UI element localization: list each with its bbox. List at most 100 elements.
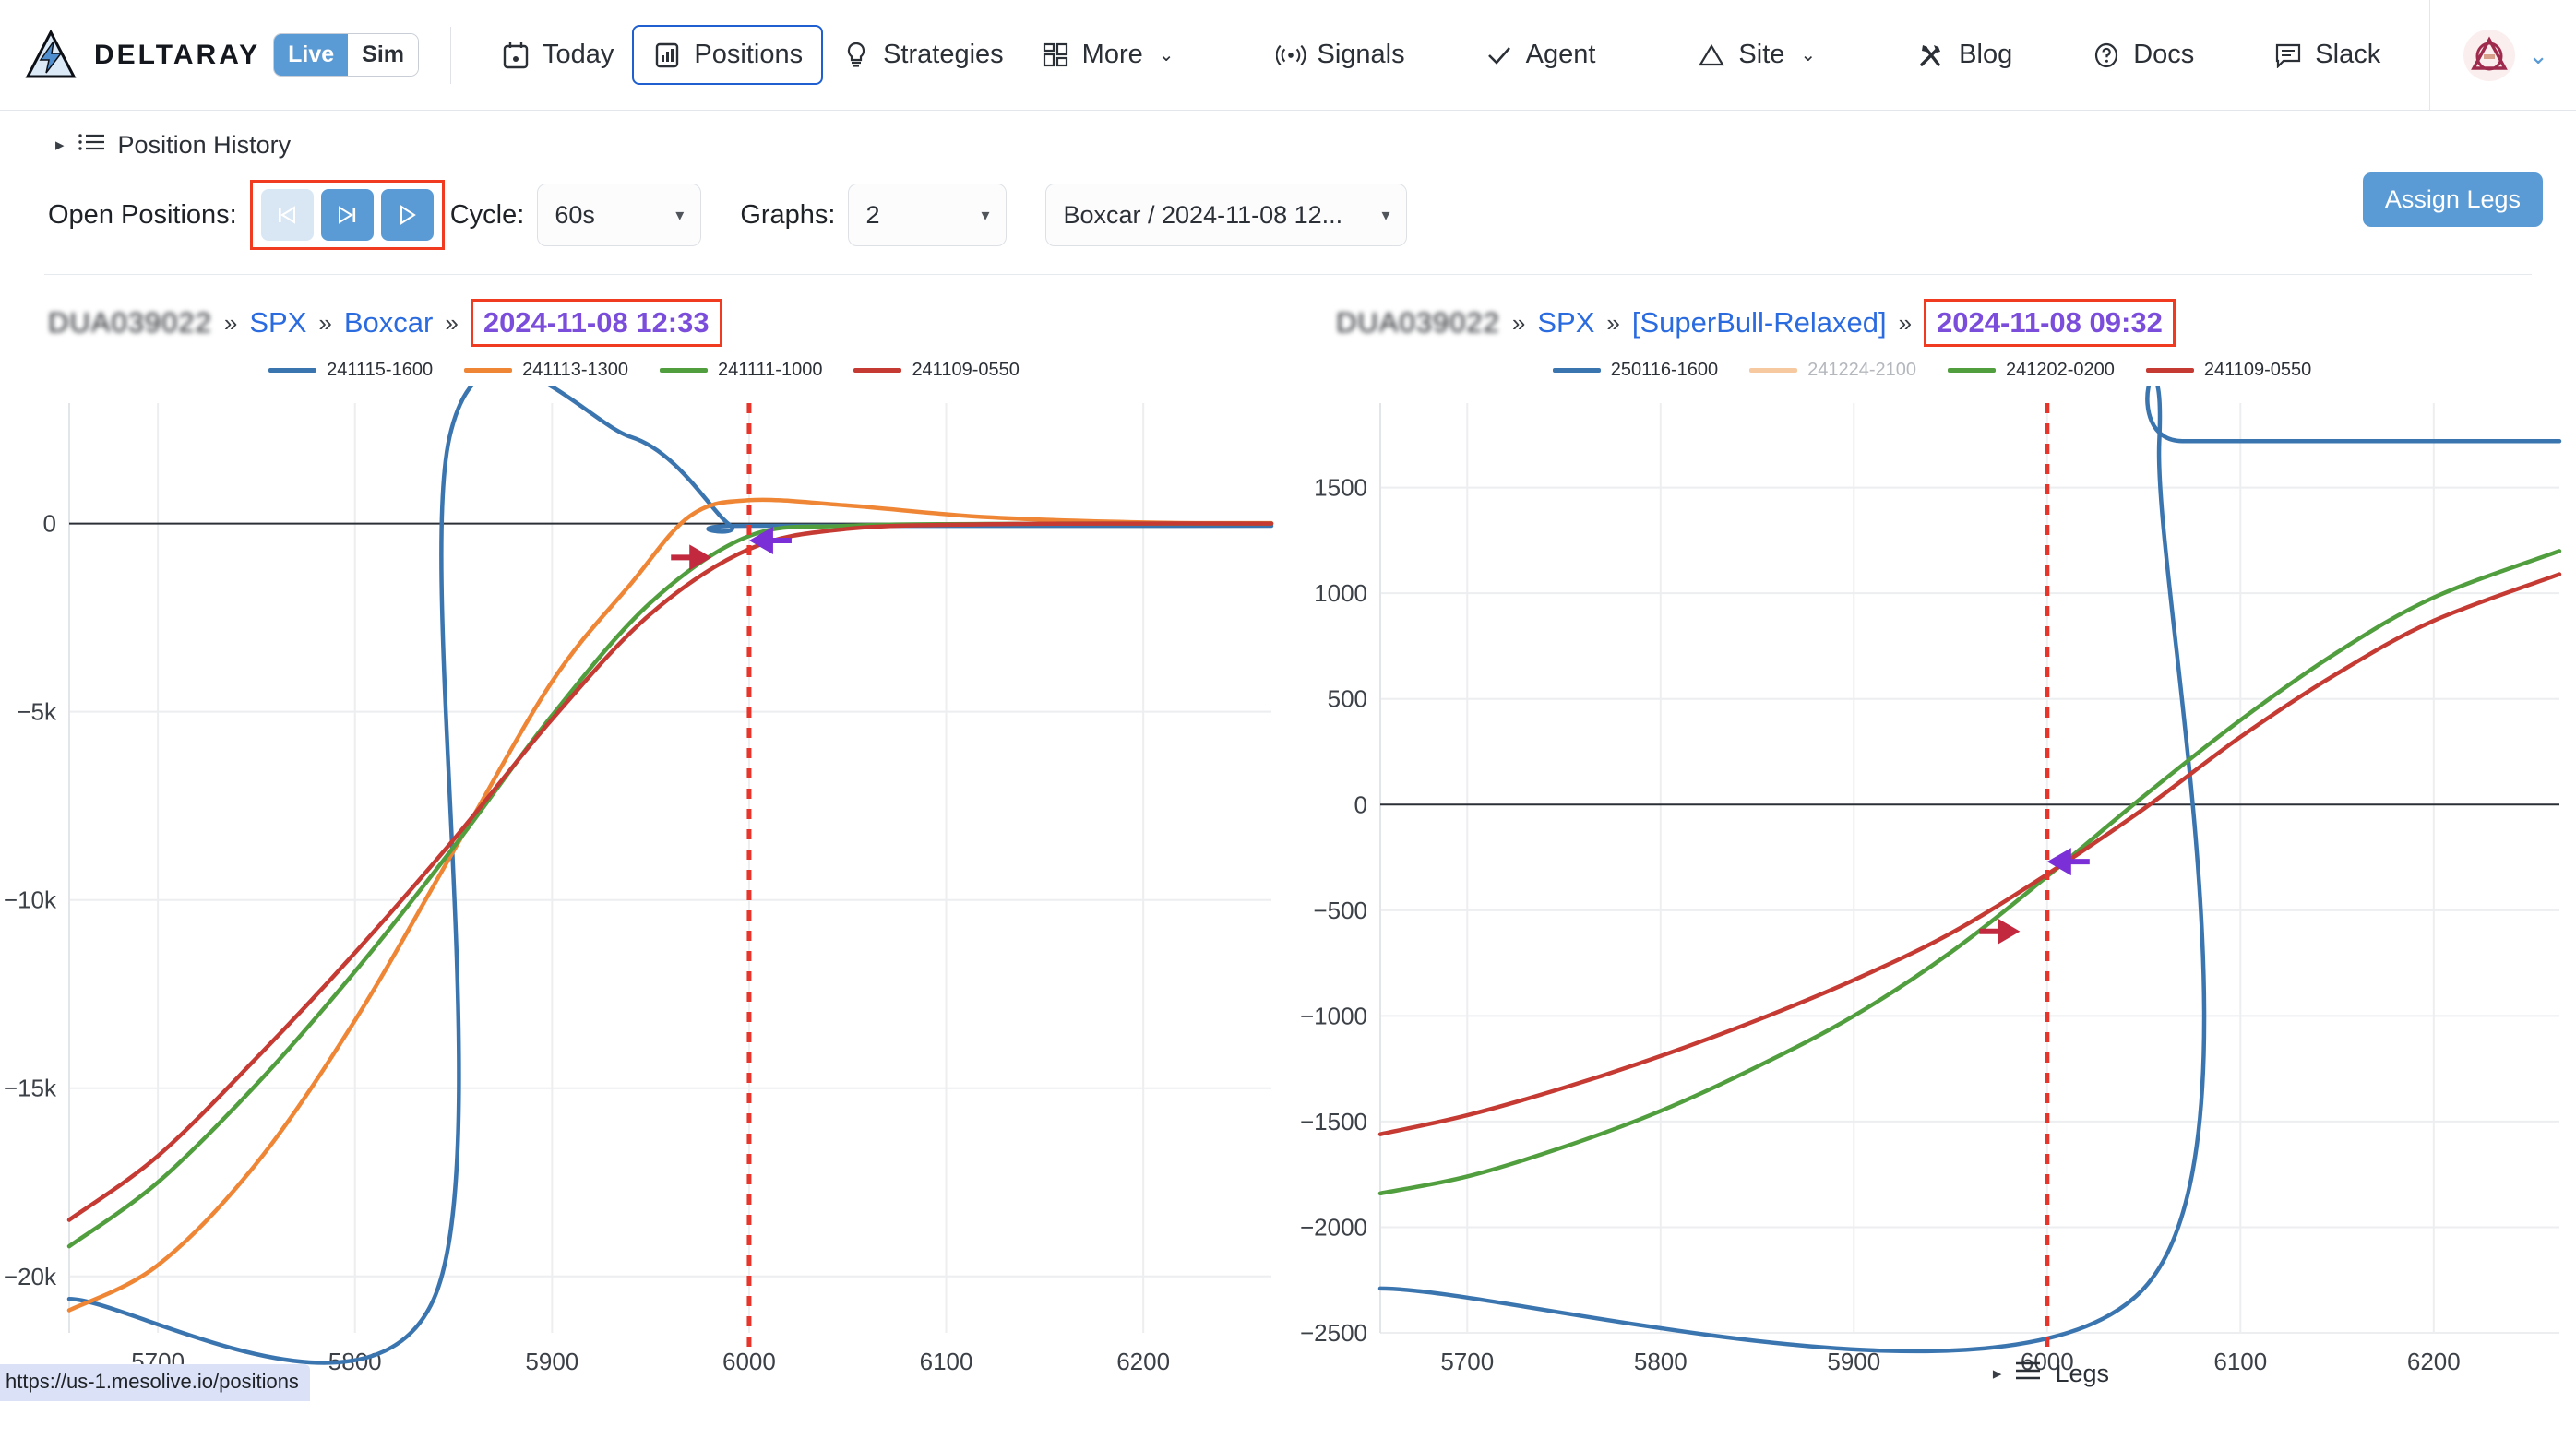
x-axis-tick-label: 6100 — [920, 1348, 973, 1375]
nav-items: Today Positions Strategies More ⌄ — [483, 25, 2399, 85]
y-axis-tick-label: −1000 — [1300, 1002, 1367, 1029]
legend-item[interactable]: 241109-0550 — [2146, 360, 2311, 381]
nav-label-docs: Docs — [2133, 40, 2194, 70]
chart-panel-2: DUA039022 » SPX » [SuperBull-Relaxed] » … — [1288, 275, 2576, 1401]
chart-legend-2: 250116-1600 241224-2100 241202-0200 241109-… — [1288, 360, 2576, 381]
series-line — [69, 524, 1271, 1220]
legend-swatch — [853, 368, 901, 373]
deltaray-logo-icon — [24, 29, 78, 82]
breadcrumb-separator: » — [445, 309, 458, 338]
nav-label-blog: Blog — [1959, 40, 2012, 70]
legend-swatch — [1749, 368, 1797, 373]
series-line — [69, 500, 1271, 1311]
legend-item[interactable]: 241113-1300 — [464, 360, 628, 381]
nav-item-blog[interactable]: Blog — [1899, 29, 2031, 81]
breadcrumb-timestamp[interactable]: 2024-11-08 09:32 — [1924, 299, 2176, 347]
chevron-down-icon: ▾ — [1381, 206, 1389, 225]
positions-toolbar: Open Positions: Cycle: 60s ▾ Graphs: 2 ▾… — [0, 160, 2576, 274]
sim-toggle-option[interactable]: Sim — [348, 34, 418, 76]
open-positions-label: Open Positions: — [48, 200, 237, 231]
nav-item-today[interactable]: Today — [483, 29, 632, 81]
legs-label: Legs — [2055, 1360, 2109, 1388]
cycle-select[interactable]: 60s ▾ — [537, 184, 701, 246]
breadcrumb-symbol[interactable]: SPX — [249, 306, 306, 339]
first-position-button[interactable] — [261, 189, 314, 241]
avatar[interactable] — [2463, 30, 2515, 81]
y-axis-tick-label: −500 — [1313, 897, 1367, 924]
position-select[interactable]: Boxcar / 2024-11-08 12... ▾ — [1045, 184, 1407, 246]
expand-arrow-icon[interactable]: ▸ — [55, 135, 65, 156]
legend-label: 241109-0550 — [912, 360, 1019, 381]
bar-chart-icon — [652, 41, 682, 70]
nav-label-strategies: Strategies — [883, 40, 1004, 70]
y-axis-tick-label: −5k — [17, 698, 57, 726]
legs-toggle[interactable]: ▸ Legs — [1993, 1360, 2109, 1388]
nav-item-more[interactable]: More ⌄ — [1022, 29, 1193, 81]
plot-area-2[interactable]: 570058005900600061006200150010005000−500… — [1288, 386, 2576, 1401]
next-position-button[interactable] — [381, 189, 434, 241]
nav-item-site[interactable]: Site ⌄ — [1678, 29, 1834, 81]
breadcrumb-2: DUA039022 » SPX » [SuperBull-Relaxed] » … — [1288, 275, 2576, 347]
nav-label-slack: Slack — [2315, 40, 2380, 70]
position-select-value: Boxcar / 2024-11-08 12... — [1063, 201, 1342, 230]
nav-item-signals[interactable]: Signals — [1258, 29, 1424, 81]
legend-item[interactable]: 241109-0550 — [853, 360, 1019, 381]
top-navigation-bar: DELTARAY Live Sim Today Positions Strate… — [0, 0, 2576, 111]
breadcrumb-strategy[interactable]: Boxcar — [344, 306, 433, 339]
legend-item[interactable]: 241202-0200 — [1948, 360, 2115, 381]
legend-swatch — [268, 368, 316, 373]
expand-arrow-icon[interactable]: ▸ — [1993, 1363, 2002, 1385]
nav-label-today: Today — [543, 40, 614, 70]
nav-item-docs[interactable]: Docs — [2073, 29, 2212, 81]
y-axis-tick-label: 1000 — [1314, 579, 1367, 607]
x-axis-tick-label: 6100 — [2213, 1348, 2267, 1375]
nav-item-strategies[interactable]: Strategies — [823, 29, 1022, 81]
live-toggle-option[interactable]: Live — [274, 34, 348, 76]
legend-label: 241113-1300 — [522, 360, 628, 381]
y-axis-tick-label: −20k — [4, 1263, 57, 1290]
prev-position-button[interactable] — [321, 189, 374, 241]
breadcrumb-timestamp[interactable]: 2024-11-08 12:33 — [471, 299, 722, 347]
x-axis-tick-label: 6000 — [722, 1348, 776, 1375]
brand[interactable]: DELTARAY — [24, 29, 260, 82]
annotation-arrow — [749, 527, 792, 554]
legend-item[interactable]: 241111-1000 — [660, 360, 822, 381]
y-axis-tick-label: −1500 — [1300, 1108, 1367, 1135]
nav-divider — [450, 27, 451, 84]
plot-area-1[interactable]: 5700580059006000610062000−5k−10k−15k−20k — [0, 386, 1288, 1401]
chevron-down-icon: ▾ — [981, 206, 989, 225]
x-axis-tick-label: 5900 — [525, 1348, 578, 1375]
nav-label-agent: Agent — [1526, 40, 1596, 70]
chat-icon — [2273, 41, 2303, 70]
chevron-down-icon: ▾ — [675, 206, 684, 225]
series-line — [1380, 575, 2559, 1135]
list-icon — [78, 131, 105, 160]
breadcrumb-1: DUA039022 » SPX » Boxcar » 2024-11-08 12… — [0, 275, 1288, 347]
graphs-select[interactable]: 2 ▾ — [848, 184, 1007, 246]
nav-item-positions[interactable]: Positions — [632, 25, 823, 85]
series-line — [1380, 386, 2559, 1351]
legend-item[interactable]: 241115-1600 — [268, 360, 433, 381]
assign-legs-button[interactable]: Assign Legs — [2363, 172, 2543, 227]
position-stepper-group — [250, 180, 445, 250]
legend-swatch — [660, 368, 708, 373]
y-axis-tick-label: 500 — [1328, 685, 1367, 713]
graphs-label: Graphs: — [740, 200, 835, 231]
legend-label: 241111-1000 — [718, 360, 822, 381]
live-sim-toggle[interactable]: Live Sim — [273, 33, 419, 77]
y-axis-tick-label: 0 — [43, 510, 56, 538]
nav-right-divider — [2429, 0, 2430, 111]
nav-item-slack[interactable]: Slack — [2255, 29, 2399, 81]
cycle-label: Cycle: — [450, 200, 525, 231]
breadcrumb-separator: » — [1606, 309, 1619, 338]
legend-swatch — [1948, 368, 1996, 373]
calendar-icon — [501, 41, 531, 70]
position-history-toggle[interactable]: ▸ Position History — [0, 111, 2576, 160]
breadcrumb-strategy[interactable]: [SuperBull-Relaxed] — [1632, 306, 1887, 339]
nav-item-agent[interactable]: Agent — [1466, 29, 1615, 81]
legend-label: 241115-1600 — [327, 360, 433, 381]
legend-item[interactable]: 250116-1600 — [1553, 360, 1718, 381]
legend-item[interactable]: 241224-2100 — [1749, 360, 1916, 381]
avatar-chevron-down-icon[interactable]: ⌄ — [2528, 42, 2548, 70]
breadcrumb-symbol[interactable]: SPX — [1537, 306, 1594, 339]
